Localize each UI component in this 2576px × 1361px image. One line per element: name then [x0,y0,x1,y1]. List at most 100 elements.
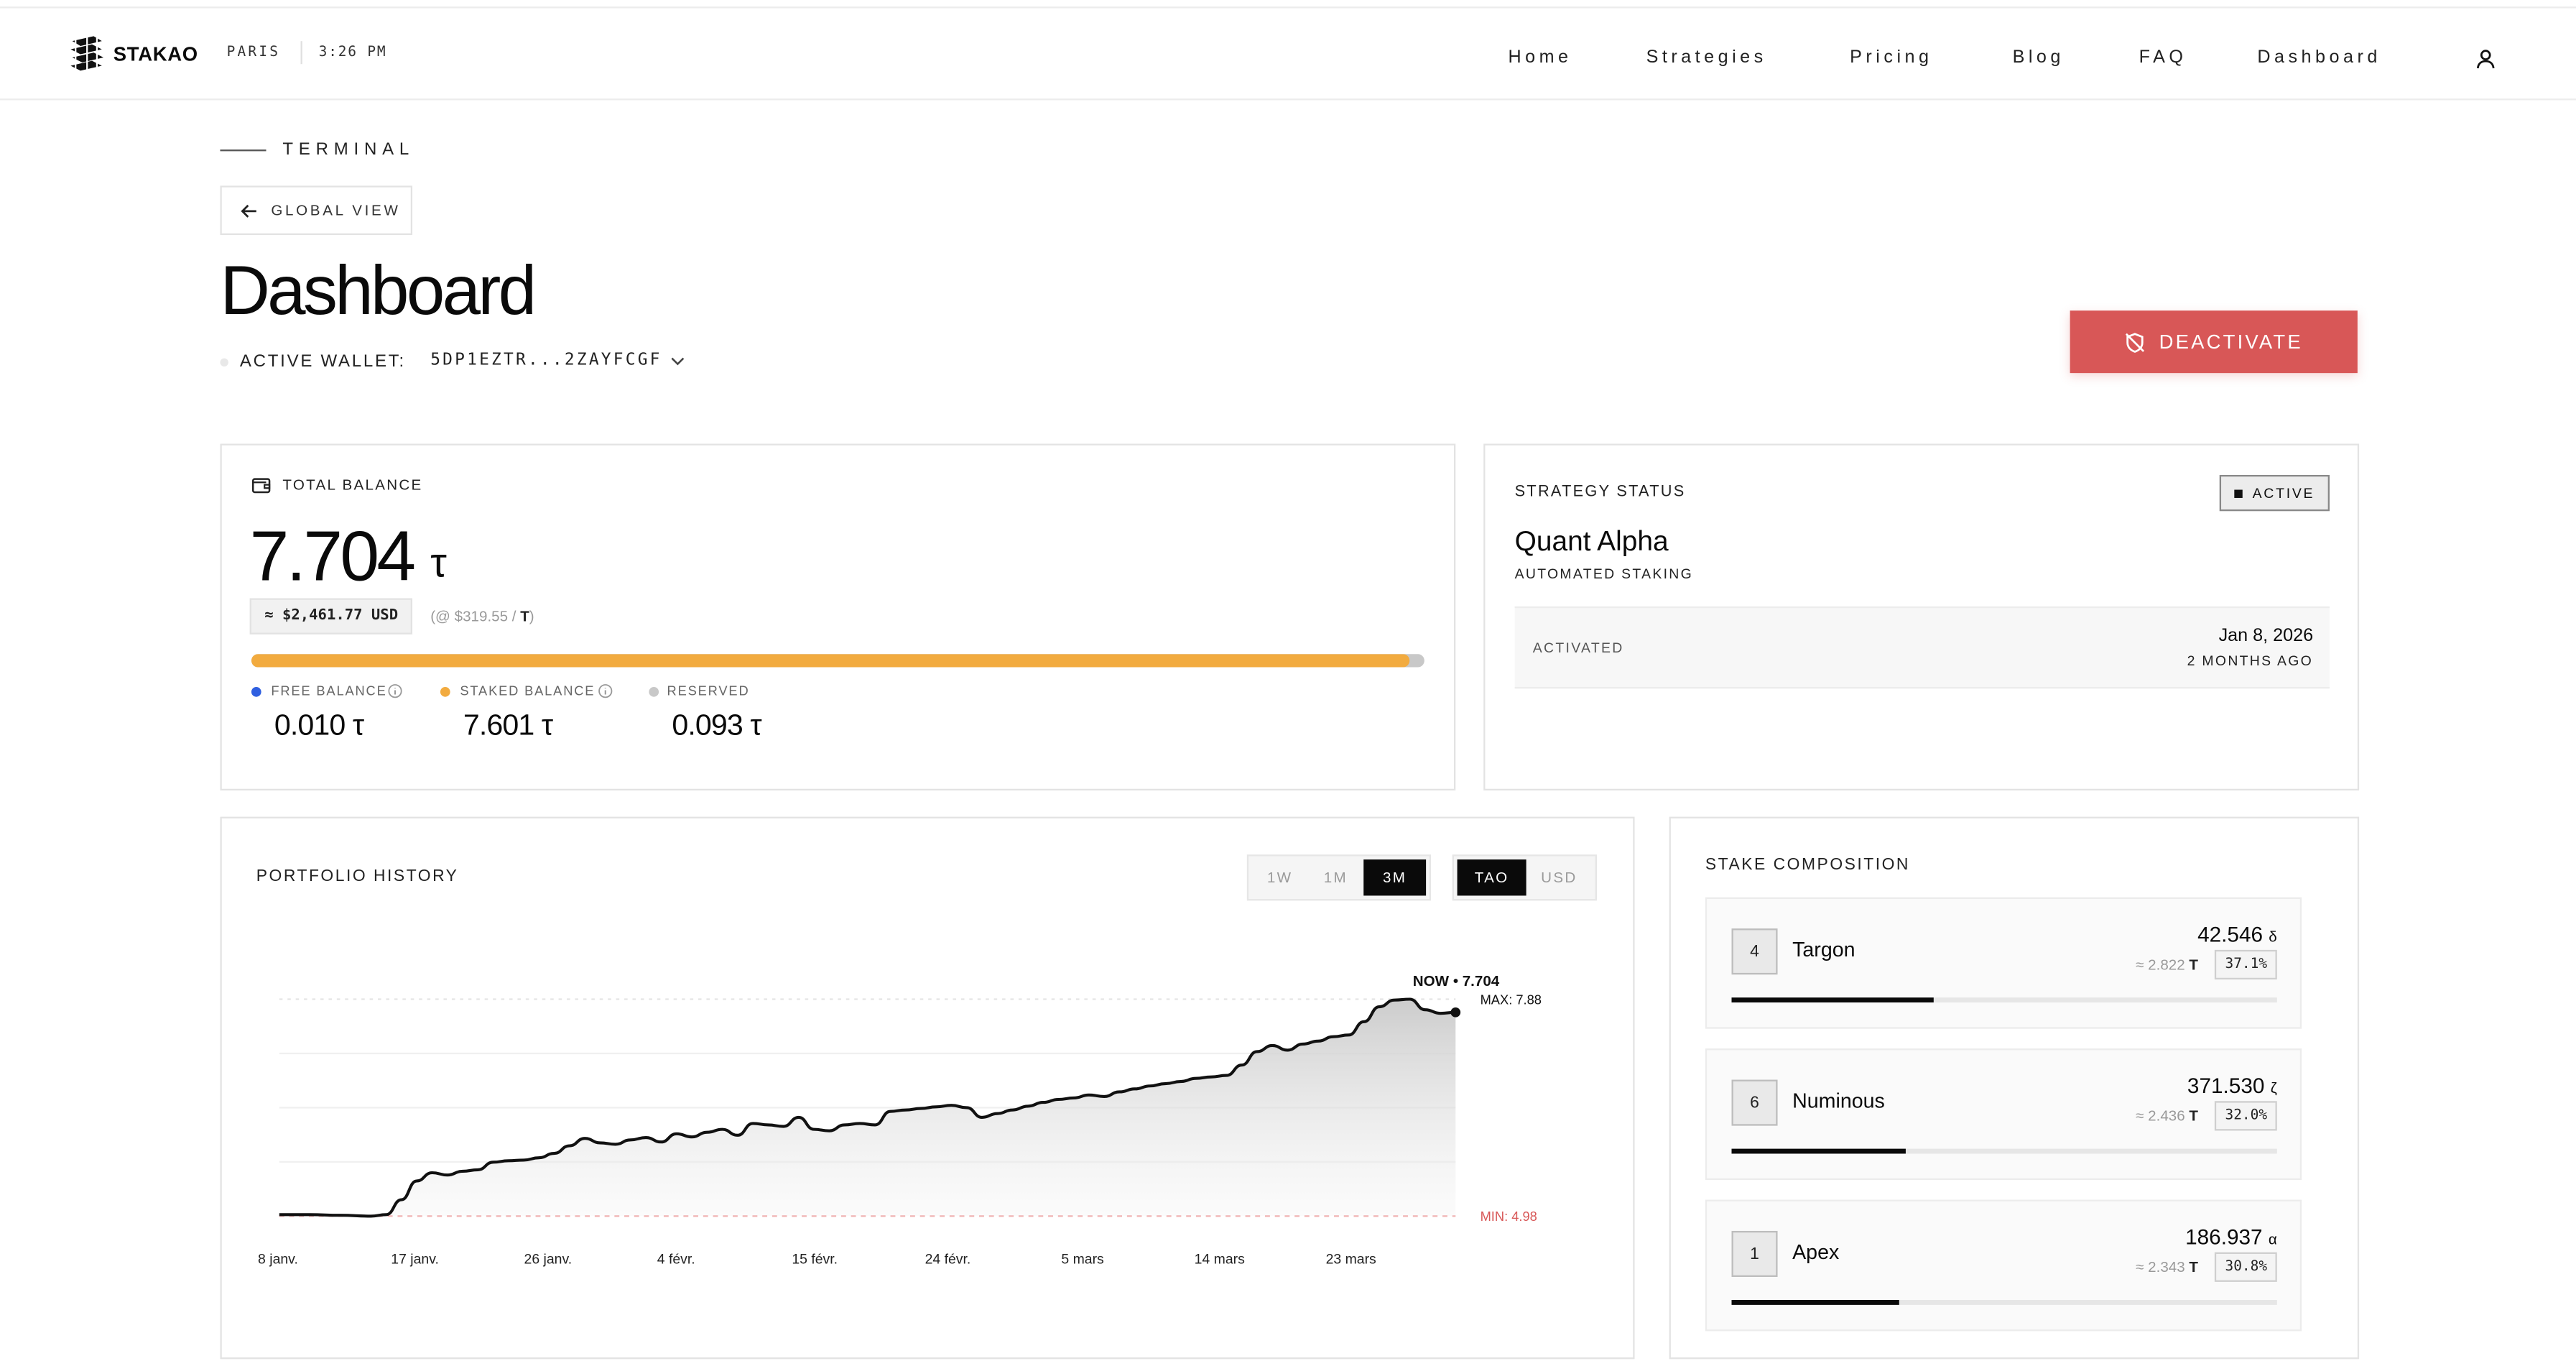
stake-rank: 1 [1731,1230,1778,1277]
chart-max-label: MAX: 7.88 [1481,992,1542,1007]
total-balance-amount: 7.704 [249,517,416,597]
wallet-label: ACTIVE WALLET: [239,351,406,372]
tao-rate-prefix: (@ $319.55 / [430,608,521,625]
status-badge-label: ACTIVE [2252,484,2315,502]
stake-percent-badge: 37.1% [2215,949,2277,980]
allocation-bar [251,654,1424,668]
stake-tao-value: ≈ 2.822 T [2136,956,2198,973]
stake-tao-value: ≈ 2.436 T [2136,1107,2198,1124]
chart-x-tick-label: 8 janv. [258,1252,298,1268]
tao-rate-suffix: ) [529,608,534,625]
strategy-name: Quant Alpha [1514,525,1669,558]
deactivate-label: DEACTIVATE [2159,330,2303,354]
nav-pricing[interactable]: Pricing [1850,47,1932,67]
strategy-status-label: STRATEGY STATUS [1514,483,1686,502]
stake-amount-value: 371.530 [2187,1073,2265,1098]
stake-amount-value: 42.546 [2197,922,2264,947]
chevron-down-icon[interactable] [670,354,685,369]
user-account-icon[interactable] [2474,47,2497,70]
chart-x-tick-label: 14 mars [1195,1252,1245,1268]
stake-amount: 42.546 δ [2197,922,2277,946]
stake-name: Apex [1792,1240,1840,1264]
reserved-dot [649,686,659,697]
stake-share-fill [1731,1300,1900,1305]
wallet-address[interactable]: 5DP1EZTR...2ZAYFCGF [430,351,662,369]
local-time: 3:26 PM [318,44,387,61]
stake-item-apex[interactable]: 1 Apex 186.937 α ≈ 2.343 T 30.8% [1705,1199,2302,1332]
activated-date: Jan 8, 2026 [2218,626,2314,646]
strategy-status-card: STRATEGY STATUS ACTIVE Quant Alpha AUTOM… [1483,443,2360,791]
chart-x-tick-label: 4 févr. [657,1252,695,1268]
chart-x-tick-label: 15 févr. [792,1252,838,1268]
stake-composition-card: STAKE COMPOSITION 4 Targon 42.546 δ ≈ 2.… [1669,816,2360,1360]
stake-tao-unit: T [2189,1258,2199,1275]
nav-blog[interactable]: Blog [2013,47,2065,67]
free-balance-value: 0.010 τ [274,708,364,742]
total-balance-unit: τ [430,540,447,587]
brand-name: STAKAO [113,42,198,66]
global-view-button[interactable]: GLOBAL VIEW [220,185,413,236]
stake-share-bar [1731,997,2277,1003]
stake-name: Numinous [1792,1089,1885,1113]
stake-tao-unit: T [2189,1107,2199,1125]
page-title: Dashboard [220,251,537,329]
stake-amount-value: 186.937 [2185,1224,2263,1250]
reserved-value: 0.093 τ [672,708,761,742]
nav-faq[interactable]: FAQ [2139,47,2187,67]
chart-x-tick-label: 23 mars [1326,1252,1376,1268]
staked-balance-dot [440,686,450,697]
section-label: TERMINAL [282,139,415,160]
stake-amount: 371.530 ζ [2187,1073,2277,1097]
chart-now-point [1450,1007,1461,1018]
info-icon[interactable] [598,683,613,698]
stake-tao-amount: ≈ 2.436 [2136,1107,2185,1125]
tao-rate: (@ $319.55 / T) [430,608,534,624]
stake-percent-badge: 32.0% [2215,1101,2277,1131]
free-balance-label: FREE BALANCE [271,683,387,698]
stake-symbol: δ [2269,928,2277,946]
brand-logo[interactable]: STAKAO [65,31,198,77]
arrow-left-icon [241,203,256,217]
stake-symbol: ζ [2270,1079,2277,1097]
stake-symbol: α [2268,1230,2277,1247]
portfolio-history-card: PORTFOLIO HISTORY 1W 1M 3M TAO USD NOW •… [220,816,1635,1360]
deactivate-button[interactable]: DEACTIVATE [2070,310,2358,374]
chart-x-tick-label: 17 janv. [391,1252,439,1268]
global-view-label: GLOBAL VIEW [271,202,401,219]
site-header: STAKAO PARIS 3:26 PM Home Strategies Pri… [0,8,2576,101]
chart-x-tick-label: 24 févr. [925,1252,971,1268]
total-balance-card: TOTAL BALANCE 7.704 τ ≈ $2,461.77 USD (@… [220,443,1456,791]
total-balance-label: TOTAL BALANCE [282,476,423,494]
nav-strategies[interactable]: Strategies [1646,47,1767,67]
stake-rank: 4 [1731,928,1778,975]
portfolio-chart[interactable]: NOW • 7.704 MAX: 7.88 MIN: 4.98 8 janv. 17 j… [222,818,1634,1357]
stake-share-fill [1731,997,1935,1003]
header-divider [300,41,302,65]
activated-panel: ACTIVATED Jan 8, 2026 2 MONTHS AGO [1514,606,2330,689]
wallet-status-dot [220,358,228,367]
stake-share-bar [1731,1148,2277,1154]
free-balance-dot [251,686,261,697]
activated-ago: 2 MONTHS AGO [2187,652,2314,669]
stake-tao-unit: T [2189,956,2199,973]
staked-balance-label: STAKED BALANCE [460,683,596,698]
wallet-icon [251,478,271,494]
stake-share-fill [1731,1148,1906,1154]
stake-composition-label: STAKE COMPOSITION [1705,856,1910,875]
staked-balance-value: 7.601 τ [463,708,553,742]
nav-home[interactable]: Home [1508,47,1572,67]
nav-dashboard[interactable]: Dashboard [2257,47,2381,67]
stake-item-targon[interactable]: 4 Targon 42.546 δ ≈ 2.822 T 37.1% [1705,897,2302,1029]
stakao-logo-icon [70,36,104,73]
stake-name: Targon [1792,938,1855,961]
stake-tao-amount: ≈ 2.343 [2136,1258,2185,1275]
info-icon[interactable] [388,683,403,698]
activated-label: ACTIVATED [1532,639,1624,656]
stake-tao-amount: ≈ 2.822 [2136,956,2185,973]
stake-item-numinous[interactable]: 6 Numinous 371.530 ζ ≈ 2.436 T 32.0% [1705,1048,2302,1181]
stake-tao-value: ≈ 2.343 T [2136,1259,2198,1275]
stake-percent-badge: 30.8% [2215,1252,2277,1282]
chart-x-tick-label: 26 janv. [524,1252,573,1268]
usd-equivalent: ≈ $2,461.77 USD [249,598,413,635]
location-label: PARIS [226,44,281,61]
